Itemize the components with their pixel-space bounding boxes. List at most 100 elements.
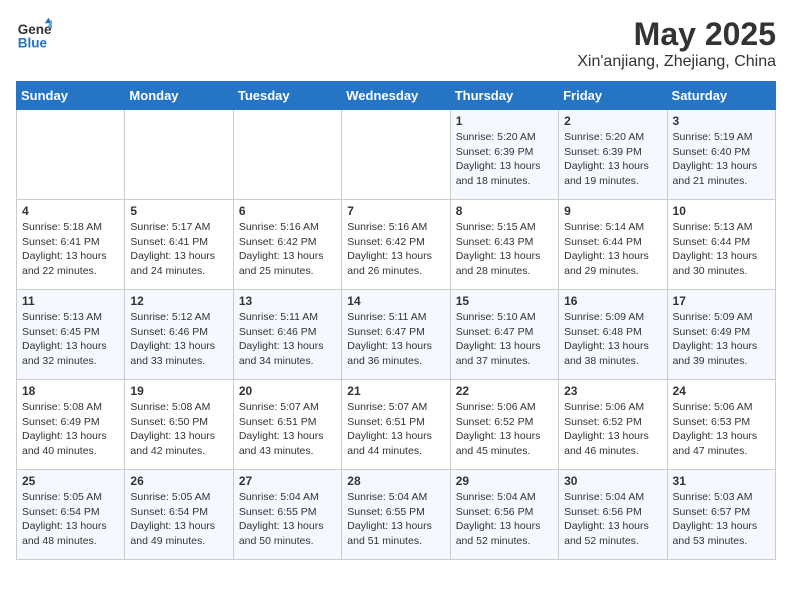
day-info: Sunrise: 5:08 AM Sunset: 6:50 PM Dayligh… [130, 400, 227, 459]
day-number: 3 [673, 114, 770, 128]
title-area: May 2025 Xin'anjiang, Zhejiang, China [577, 16, 776, 71]
day-number: 19 [130, 384, 227, 398]
day-number: 25 [22, 474, 119, 488]
day-info: Sunrise: 5:06 AM Sunset: 6:53 PM Dayligh… [673, 400, 770, 459]
day-info: Sunrise: 5:09 AM Sunset: 6:49 PM Dayligh… [673, 310, 770, 369]
day-number: 16 [564, 294, 661, 308]
day-info: Sunrise: 5:20 AM Sunset: 6:39 PM Dayligh… [564, 130, 661, 189]
day-number: 7 [347, 204, 444, 218]
calendar-week-row: 11Sunrise: 5:13 AM Sunset: 6:45 PM Dayli… [17, 290, 776, 380]
day-info: Sunrise: 5:11 AM Sunset: 6:47 PM Dayligh… [347, 310, 444, 369]
day-number: 5 [130, 204, 227, 218]
calendar-week-row: 4 Sunrise: 5:18 AM Sunset: 6:41 PM Daylig… [17, 200, 776, 290]
day-number: 23 [564, 384, 661, 398]
day-info: Sunrise: 5:17 AM Sunset: 6:41 PM Dayligh… [130, 220, 227, 279]
header-saturday: Saturday [667, 82, 775, 110]
day-info: Sunrise: 5:10 AM Sunset: 6:47 PM Dayligh… [456, 310, 553, 369]
calendar-header-row: SundayMondayTuesdayWednesdayThursdayFrid… [17, 82, 776, 110]
calendar-cell: 5 Sunrise: 5:17 AM Sunset: 6:41 PM Daylig… [125, 200, 233, 290]
day-number: 20 [239, 384, 336, 398]
day-info: Sunrise: 5:04 AM Sunset: 6:55 PM Dayligh… [347, 490, 444, 549]
day-number: 30 [564, 474, 661, 488]
calendar-cell: 12Sunrise: 5:12 AM Sunset: 6:46 PM Dayli… [125, 290, 233, 380]
header-sunday: Sunday [17, 82, 125, 110]
calendar-cell: 7 Sunrise: 5:16 AM Sunset: 6:42 PM Daylig… [342, 200, 450, 290]
header-wednesday: Wednesday [342, 82, 450, 110]
day-number: 1 [456, 114, 553, 128]
day-number: 22 [456, 384, 553, 398]
day-info: Sunrise: 5:16 AM Sunset: 6:42 PM Dayligh… [347, 220, 444, 279]
day-number: 31 [673, 474, 770, 488]
calendar-cell: 19 Sunrise: 5:08 AM Sunset: 6:50 PM Dayli… [125, 380, 233, 470]
day-info: Sunrise: 5:20 AM Sunset: 6:39 PM Dayligh… [456, 130, 553, 189]
day-number: 21 [347, 384, 444, 398]
day-info: Sunrise: 5:04 AM Sunset: 6:55 PM Dayligh… [239, 490, 336, 549]
day-info: Sunrise: 5:06 AM Sunset: 6:52 PM Dayligh… [564, 400, 661, 459]
calendar-table: SundayMondayTuesdayWednesdayThursdayFrid… [16, 81, 776, 560]
day-number: 18 [22, 384, 119, 398]
day-number: 14 [347, 294, 444, 308]
day-number: 11 [22, 294, 119, 308]
calendar-cell: 31Sunrise: 5:03 AM Sunset: 6:57 PM Dayli… [667, 470, 775, 560]
day-number: 17 [673, 294, 770, 308]
day-info: Sunrise: 5:11 AM Sunset: 6:46 PM Dayligh… [239, 310, 336, 369]
calendar-cell: 18 Sunrise: 5:08 AM Sunset: 6:49 PM Dayli… [17, 380, 125, 470]
day-number: 2 [564, 114, 661, 128]
calendar-cell: 9Sunrise: 5:14 AM Sunset: 6:44 PM Daylig… [559, 200, 667, 290]
day-number: 28 [347, 474, 444, 488]
day-number: 29 [456, 474, 553, 488]
calendar-cell: 1 Sunrise: 5:20 AM Sunset: 6:39 PM Daylig… [450, 110, 558, 200]
calendar-week-row: 18 Sunrise: 5:08 AM Sunset: 6:49 PM Dayli… [17, 380, 776, 470]
svg-text:Blue: Blue [18, 36, 48, 51]
day-info: Sunrise: 5:12 AM Sunset: 6:46 PM Dayligh… [130, 310, 227, 369]
header-monday: Monday [125, 82, 233, 110]
calendar-week-row: 1 Sunrise: 5:20 AM Sunset: 6:39 PM Daylig… [17, 110, 776, 200]
day-info: Sunrise: 5:13 AM Sunset: 6:44 PM Dayligh… [673, 220, 770, 279]
header-friday: Friday [559, 82, 667, 110]
day-info: Sunrise: 5:04 AM Sunset: 6:56 PM Dayligh… [564, 490, 661, 549]
day-number: 9 [564, 204, 661, 218]
day-number: 8 [456, 204, 553, 218]
location-subtitle: Xin'anjiang, Zhejiang, China [577, 53, 776, 71]
day-info: Sunrise: 5:09 AM Sunset: 6:48 PM Dayligh… [564, 310, 661, 369]
day-info: Sunrise: 5:06 AM Sunset: 6:52 PM Dayligh… [456, 400, 553, 459]
calendar-cell: 4 Sunrise: 5:18 AM Sunset: 6:41 PM Daylig… [17, 200, 125, 290]
calendar-cell [125, 110, 233, 200]
day-info: Sunrise: 5:05 AM Sunset: 6:54 PM Dayligh… [130, 490, 227, 549]
calendar-cell [342, 110, 450, 200]
calendar-cell: 14 Sunrise: 5:11 AM Sunset: 6:47 PM Dayli… [342, 290, 450, 380]
calendar-week-row: 25 Sunrise: 5:05 AM Sunset: 6:54 PM Dayli… [17, 470, 776, 560]
day-info: Sunrise: 5:07 AM Sunset: 6:51 PM Dayligh… [239, 400, 336, 459]
day-number: 13 [239, 294, 336, 308]
day-info: Sunrise: 5:07 AM Sunset: 6:51 PM Dayligh… [347, 400, 444, 459]
calendar-cell: 30 Sunrise: 5:04 AM Sunset: 6:56 PM Dayli… [559, 470, 667, 560]
calendar-cell: 3Sunrise: 5:19 AM Sunset: 6:40 PM Daylig… [667, 110, 775, 200]
calendar-cell: 6Sunrise: 5:16 AM Sunset: 6:42 PM Daylig… [233, 200, 341, 290]
header: General Blue May 2025 Xin'anjiang, Zheji… [16, 16, 776, 71]
logo-icon: General Blue [16, 16, 52, 52]
day-number: 15 [456, 294, 553, 308]
day-info: Sunrise: 5:08 AM Sunset: 6:49 PM Dayligh… [22, 400, 119, 459]
calendar-cell: 10Sunrise: 5:13 AM Sunset: 6:44 PM Dayli… [667, 200, 775, 290]
calendar-cell: 25 Sunrise: 5:05 AM Sunset: 6:54 PM Dayli… [17, 470, 125, 560]
day-info: Sunrise: 5:15 AM Sunset: 6:43 PM Dayligh… [456, 220, 553, 279]
day-info: Sunrise: 5:05 AM Sunset: 6:54 PM Dayligh… [22, 490, 119, 549]
logo: General Blue [16, 16, 52, 52]
header-tuesday: Tuesday [233, 82, 341, 110]
calendar-cell: 21 Sunrise: 5:07 AM Sunset: 6:51 PM Dayli… [342, 380, 450, 470]
calendar-cell: 11Sunrise: 5:13 AM Sunset: 6:45 PM Dayli… [17, 290, 125, 380]
calendar-cell: 24Sunrise: 5:06 AM Sunset: 6:53 PM Dayli… [667, 380, 775, 470]
calendar-cell [17, 110, 125, 200]
day-number: 4 [22, 204, 119, 218]
day-number: 26 [130, 474, 227, 488]
calendar-cell: 8 Sunrise: 5:15 AM Sunset: 6:43 PM Daylig… [450, 200, 558, 290]
header-thursday: Thursday [450, 82, 558, 110]
calendar-cell: 27 Sunrise: 5:04 AM Sunset: 6:55 PM Dayli… [233, 470, 341, 560]
day-number: 6 [239, 204, 336, 218]
calendar-cell: 26 Sunrise: 5:05 AM Sunset: 6:54 PM Dayli… [125, 470, 233, 560]
day-info: Sunrise: 5:18 AM Sunset: 6:41 PM Dayligh… [22, 220, 119, 279]
calendar-cell: 22 Sunrise: 5:06 AM Sunset: 6:52 PM Dayli… [450, 380, 558, 470]
month-year-title: May 2025 [577, 16, 776, 53]
day-info: Sunrise: 5:04 AM Sunset: 6:56 PM Dayligh… [456, 490, 553, 549]
day-number: 27 [239, 474, 336, 488]
